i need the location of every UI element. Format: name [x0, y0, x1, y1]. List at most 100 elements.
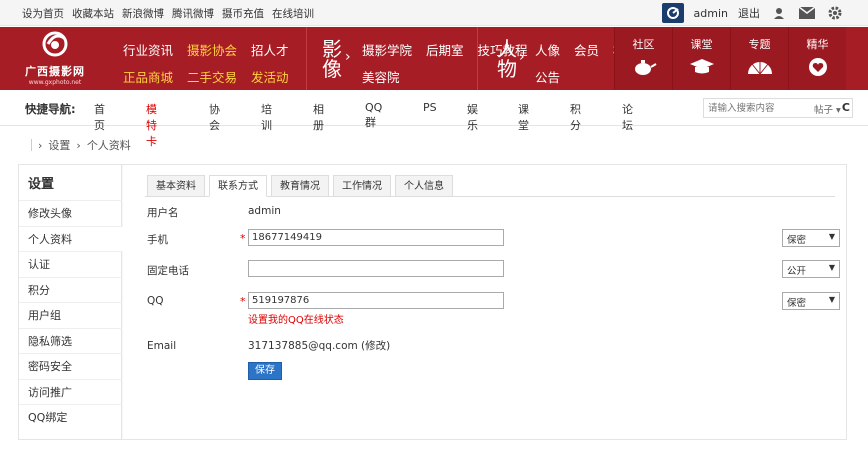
tel-label: 固定电话	[147, 265, 189, 277]
fan-icon	[745, 57, 775, 77]
breadcrumb: › 设置 › 个人资料	[18, 138, 131, 152]
tel-privacy-select[interactable]: 公开 ▼	[782, 260, 840, 278]
tile-topics[interactable]: 专题	[730, 27, 788, 90]
banner-link-photo-academy[interactable]: 摄影学院	[362, 40, 412, 59]
tile-community[interactable]: 社区	[614, 27, 672, 90]
banner-link-photo-association[interactable]: 摄影协会	[187, 40, 237, 59]
search-scope-select[interactable]: 帖子 ▾	[814, 102, 841, 116]
nav-item-entertainment[interactable]: 娱乐	[467, 101, 478, 133]
tab-personal-info[interactable]: 个人信息	[395, 175, 453, 197]
search-input[interactable]	[704, 99, 804, 117]
tile-classroom[interactable]: 课堂	[672, 27, 730, 90]
profile-content: 基本资料 联系方式 教育情况 工作情况 个人信息 用户名 admin 手机 * …	[123, 165, 846, 439]
sidebar-item-avatar[interactable]: 修改头像	[19, 200, 122, 226]
banner-link-post-production[interactable]: 后期室	[426, 40, 464, 59]
tab-education[interactable]: 教育情况	[271, 175, 329, 197]
settings-panel: 设置 修改头像 个人资料 认证 积分 用户组 隐私筛选 密码安全 访问推广 QQ…	[18, 164, 847, 440]
sidebar-item-points[interactable]: 积分	[19, 276, 122, 303]
logout-link[interactable]: 退出	[738, 5, 760, 21]
banner-tiles: 社区 课堂 专题 精华	[614, 27, 846, 90]
breadcrumb-current: 个人资料	[86, 139, 131, 152]
nav-item-forum[interactable]: 论坛	[622, 101, 633, 133]
banner-group-news: 行业资讯 摄影协会 招人才 正品商城 二手交易 发活动	[123, 40, 289, 86]
logo-name: 广西摄影网	[25, 65, 85, 78]
mail-icon[interactable]	[798, 5, 816, 21]
tile-highlights[interactable]: 精华	[788, 27, 846, 90]
top-bar: 设为首页 收藏本站 新浪微博 腾讯微博 摄币充值 在线培训 admin 退出	[0, 0, 868, 26]
site-logo[interactable]: 广西摄影网 www.gxphoto.net	[14, 30, 96, 87]
sidebar-item-password[interactable]: 密码安全	[19, 353, 122, 379]
qq-field[interactable]	[248, 292, 504, 309]
tencent-weibo-link[interactable]: 腾讯微博	[172, 6, 214, 21]
required-mark: *	[240, 295, 246, 308]
tile-label: 专题	[748, 38, 771, 51]
nav-item-association[interactable]: 协会	[209, 101, 220, 133]
avatar[interactable]	[661, 3, 684, 23]
banner-link-industry-news[interactable]: 行业资讯	[123, 40, 173, 59]
banner-link-announcements[interactable]: 公告	[535, 67, 560, 86]
breadcrumb-separator: ›	[76, 138, 81, 152]
username-label: 用户名	[147, 207, 179, 219]
caret-down-icon: ▼	[828, 295, 835, 304]
logo-emblem-icon	[42, 31, 68, 57]
email-value[interactable]: 317137885@qq.com (修改)	[248, 338, 390, 353]
nav-item-qq-group[interactable]: QQ群	[365, 101, 382, 130]
graduation-cap-icon	[687, 57, 717, 77]
bookmark-link[interactable]: 收藏本站	[72, 6, 114, 21]
qq-privacy-select[interactable]: 保密 ▼	[782, 292, 840, 310]
banner-link-beauty[interactable]: 美容院	[362, 67, 412, 86]
phone-field[interactable]	[248, 229, 504, 246]
nav-item-model-card[interactable]: 模特卡	[146, 101, 157, 149]
qq-status-link[interactable]: 设置我的QQ在线状态	[248, 311, 344, 326]
breadcrumb-settings[interactable]: 设置	[48, 137, 70, 153]
sidebar-item-referral[interactable]: 访问推广	[19, 378, 122, 405]
online-training-link[interactable]: 在线培训	[272, 6, 314, 21]
chevron-right-icon: ›	[519, 49, 525, 65]
banner-divider	[306, 27, 307, 90]
save-button[interactable]: 保存	[248, 362, 282, 380]
set-homepage-link[interactable]: 设为首页	[22, 6, 64, 21]
required-mark: *	[240, 232, 246, 245]
logo-url: www.gxphoto.net	[28, 79, 82, 86]
phone-privacy-select[interactable]: 保密 ▼	[782, 229, 840, 247]
banner-link-second-hand[interactable]: 二手交易	[187, 67, 237, 86]
tile-label: 社区	[632, 38, 655, 51]
tel-field[interactable]	[248, 260, 504, 277]
nav-item-album[interactable]: 相册	[313, 101, 324, 133]
banner-link-events[interactable]: 发活动	[251, 67, 289, 86]
nav-item-classroom[interactable]: 课堂	[518, 101, 529, 133]
nav-item-ps[interactable]: PS	[423, 101, 437, 114]
chevron-right-icon: ›	[345, 49, 351, 65]
nav-item-training[interactable]: 培训	[261, 101, 272, 133]
tab-contact[interactable]: 联系方式	[209, 175, 267, 197]
sidebar-item-qq-binding[interactable]: QQ绑定	[19, 404, 122, 430]
home-icon[interactable]	[18, 139, 32, 151]
tile-label: 精华	[806, 38, 829, 51]
banner-link-members[interactable]: 会员	[574, 40, 599, 59]
sidebar-item-usergroup[interactable]: 用户组	[19, 302, 122, 328]
user-area: admin 退出	[661, 3, 844, 23]
tab-work[interactable]: 工作情况	[333, 175, 391, 197]
top-links: 设为首页 收藏本站 新浪微博 腾讯微博 摄币充值 在线培训	[22, 6, 314, 21]
gear-icon[interactable]	[826, 5, 844, 21]
profile-tabs: 基本资料 联系方式 教育情况 工作情况 个人信息	[147, 175, 457, 197]
search-button[interactable]: C	[842, 101, 850, 114]
caret-down-icon: ▼	[828, 263, 835, 272]
user-profile-icon[interactable]	[770, 5, 788, 21]
banner-link-jobs[interactable]: 招人才	[251, 40, 289, 59]
caret-down-icon: ▼	[828, 232, 835, 241]
banner-link-portrait[interactable]: 人像	[535, 40, 560, 59]
settings-sidebar: 设置 修改头像 个人资料 认证 积分 用户组 隐私筛选 密码安全 访问推广 QQ…	[19, 165, 123, 439]
username-link[interactable]: admin	[694, 7, 728, 20]
tab-basic-info[interactable]: 基本资料	[147, 175, 205, 197]
sidebar-item-profile[interactable]: 个人资料	[19, 225, 123, 251]
sidebar-item-privacy[interactable]: 隐私筛选	[19, 327, 122, 354]
recharge-link[interactable]: 摄币充值	[222, 6, 264, 21]
sidebar-item-verification[interactable]: 认证	[19, 251, 122, 277]
banner-big-label-people: 人物	[497, 37, 517, 81]
nav-item-home[interactable]: 首页	[94, 101, 105, 133]
nav-item-points[interactable]: 积分	[570, 101, 581, 133]
breadcrumb-separator: ›	[38, 138, 43, 152]
banner-link-mall[interactable]: 正品商城	[123, 67, 173, 86]
sina-weibo-link[interactable]: 新浪微博	[122, 6, 164, 21]
